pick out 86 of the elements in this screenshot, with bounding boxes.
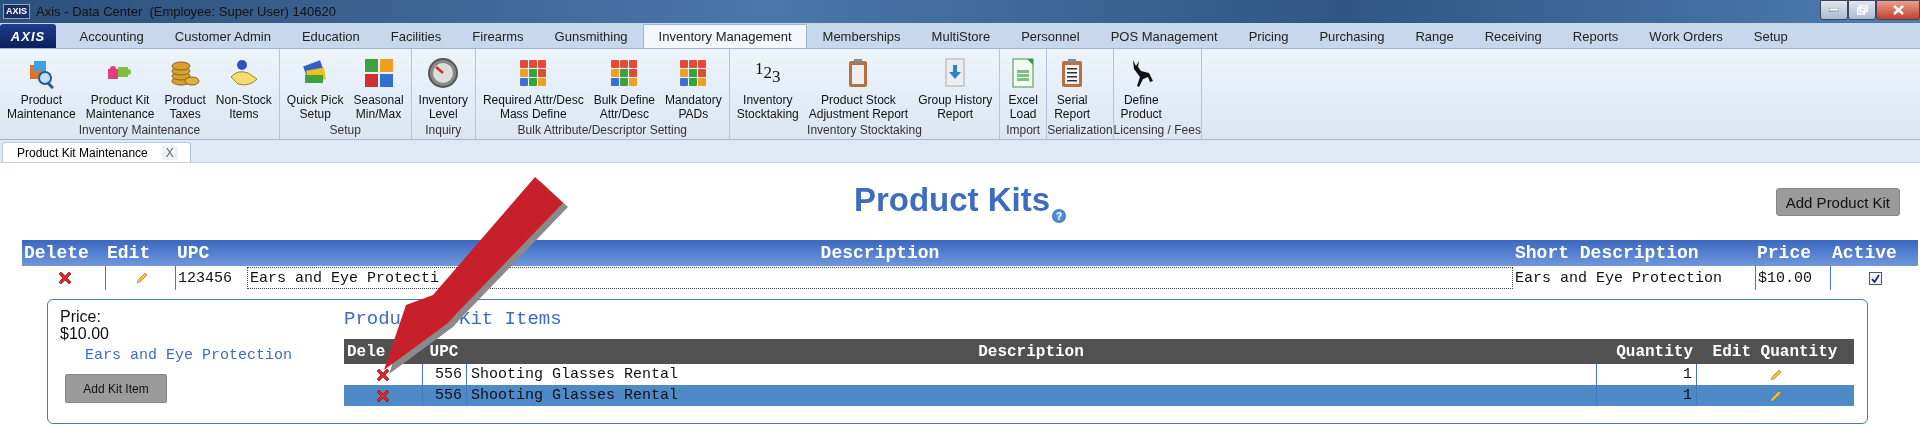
ribbon-button[interactable]: Excel Load bbox=[1002, 51, 1045, 123]
minimize-button[interactable] bbox=[1820, 0, 1848, 20]
column-header: Description bbox=[977, 341, 1085, 363]
ribbon-button[interactable]: Serial Report bbox=[1049, 51, 1096, 123]
ribbon-button[interactable]: Product Kit Maintenance bbox=[80, 51, 160, 123]
column-header: Edit Quantity bbox=[1711, 341, 1839, 363]
ribbon-tab[interactable]: Customer Admin bbox=[159, 24, 287, 48]
group-label: Inquiry bbox=[424, 123, 463, 139]
ribbon-tab[interactable]: Memberships bbox=[807, 24, 917, 48]
ribbon-tab[interactable]: Firearms bbox=[456, 24, 540, 48]
table-cell: 123456 bbox=[175, 266, 245, 290]
ribbon-tab[interactable]: MultiStore bbox=[916, 24, 1006, 48]
column-header: Price bbox=[1756, 242, 1812, 265]
ribbon-button[interactable]: Seasonal Min/Max bbox=[348, 51, 409, 123]
restore-button[interactable] bbox=[1848, 0, 1876, 20]
ribbon-button[interactable]: Quick Pick Setup bbox=[281, 51, 349, 123]
ribbon-tab[interactable]: POS Management bbox=[1095, 24, 1234, 48]
ribbon-button[interactable]: Product Maintenance bbox=[2, 51, 81, 123]
column-header: UPC bbox=[176, 242, 211, 265]
column-header: Edit bbox=[106, 242, 152, 265]
restore-icon bbox=[1856, 5, 1868, 15]
tab-label: Product Kit Maintenance bbox=[17, 145, 148, 160]
ribbon-tab[interactable]: Work Orders bbox=[1633, 24, 1739, 48]
tiles-icon bbox=[362, 57, 395, 89]
minimize-icon bbox=[1829, 8, 1839, 12]
ribbon-tab[interactable]: Education bbox=[286, 24, 376, 48]
table-cell: 556 bbox=[422, 385, 466, 406]
table-cell: $10.00 bbox=[1755, 266, 1830, 290]
ribbon-button[interactable]: 123 Inventory Stocktaking bbox=[731, 51, 804, 123]
ribbon-button[interactable]: Product Taxes bbox=[159, 51, 211, 123]
ribbon-tab[interactable]: Gunsmithing bbox=[539, 24, 644, 48]
ribbon-tab[interactable]: Range bbox=[1399, 24, 1470, 48]
ribbon-button[interactable]: Product Stock Adjustment Report bbox=[803, 51, 914, 123]
ribbon-tab[interactable]: Pricing bbox=[1233, 24, 1304, 48]
column-header: Active bbox=[1831, 242, 1898, 265]
close-tab-button[interactable]: X bbox=[161, 145, 178, 160]
group-label: Inventory Stocktaking bbox=[806, 123, 923, 139]
delete-icon[interactable] bbox=[56, 270, 73, 286]
gauge-icon bbox=[427, 57, 460, 89]
delete-icon[interactable] bbox=[375, 366, 391, 383]
ribbon-tab[interactable]: Purchasing bbox=[1303, 24, 1400, 48]
section-title: Produ bbox=[344, 308, 401, 332]
ribbon-tab[interactable]: Inventory Management bbox=[643, 24, 808, 48]
column-header: Dele bbox=[346, 341, 387, 363]
ribbon-button[interactable]: Define Product bbox=[1115, 51, 1167, 123]
table-cell: Shooting Glasses Rental bbox=[466, 385, 1596, 406]
ribbon-tab[interactable]: Receiving bbox=[1469, 24, 1558, 48]
table-cell-text: Ears and Eye Protection bbox=[1514, 268, 1724, 289]
window-title: Axis - Data Center (Employee: Super User) 140620 bbox=[36, 4, 336, 19]
ribbon-tab[interactable]: Reports bbox=[1557, 24, 1634, 48]
ribbon-button[interactable]: Inventory Level bbox=[413, 51, 473, 123]
group-label: Serialization bbox=[1047, 123, 1113, 139]
ribbon-button[interactable]: Required Attr/Desc Mass Define bbox=[477, 51, 589, 123]
ribbon-button[interactable]: Non-Stock Items bbox=[210, 51, 277, 123]
kit-description: Ears and Eye Protection bbox=[85, 347, 294, 364]
ribbon-tab[interactable]: Facilities bbox=[375, 24, 457, 48]
group-label: Setup bbox=[328, 123, 362, 139]
close-icon bbox=[1892, 5, 1904, 15]
ribbon-button[interactable]: Group History Report bbox=[913, 51, 998, 123]
ribbon-button[interactable]: Bulk Define Attr/Desc bbox=[588, 51, 660, 123]
ribbon-tab[interactable]: Setup bbox=[1738, 24, 1804, 48]
ribbon-button[interactable]: Mandatory PADs bbox=[660, 51, 727, 123]
group-label: Inventory Maintenance bbox=[77, 123, 202, 139]
column-header: UPC bbox=[428, 341, 460, 363]
group-label: Bulk Attribute/Descriptor Setting bbox=[516, 123, 689, 139]
document-tab[interactable]: Product Kit Maintenance X bbox=[2, 142, 191, 162]
numbers-icon: 123 bbox=[755, 63, 781, 83]
ribbon-tab[interactable]: Accounting bbox=[64, 24, 160, 48]
column-header: Short Description bbox=[1514, 242, 1700, 265]
column-header: Delete bbox=[23, 242, 90, 265]
ribbon-tab[interactable]: Personnel bbox=[1005, 24, 1096, 48]
active-checkbox[interactable] bbox=[1869, 271, 1882, 285]
price-value: $10.00 bbox=[60, 325, 110, 342]
group-label: Import bbox=[1005, 123, 1042, 139]
group-label: Licensing / Fees bbox=[1113, 123, 1201, 139]
page-title: Product Kits bbox=[853, 181, 1051, 220]
app-logo[interactable]: AXIS bbox=[0, 24, 56, 48]
add-kit-item-button[interactable]: Add Kit Item bbox=[65, 374, 167, 403]
add-product-kit-button[interactable]: Add Product Kit bbox=[1775, 188, 1900, 216]
price-label: Price: bbox=[60, 308, 102, 325]
column-header: Description bbox=[819, 242, 941, 265]
close-button[interactable] bbox=[1876, 0, 1920, 20]
column-header: Quantity bbox=[1615, 341, 1694, 363]
description-field[interactable]: Ears and Eye Protecti bbox=[247, 267, 1513, 289]
table-cell: 1 bbox=[1596, 385, 1696, 406]
app-logo: AXIS bbox=[3, 4, 30, 19]
